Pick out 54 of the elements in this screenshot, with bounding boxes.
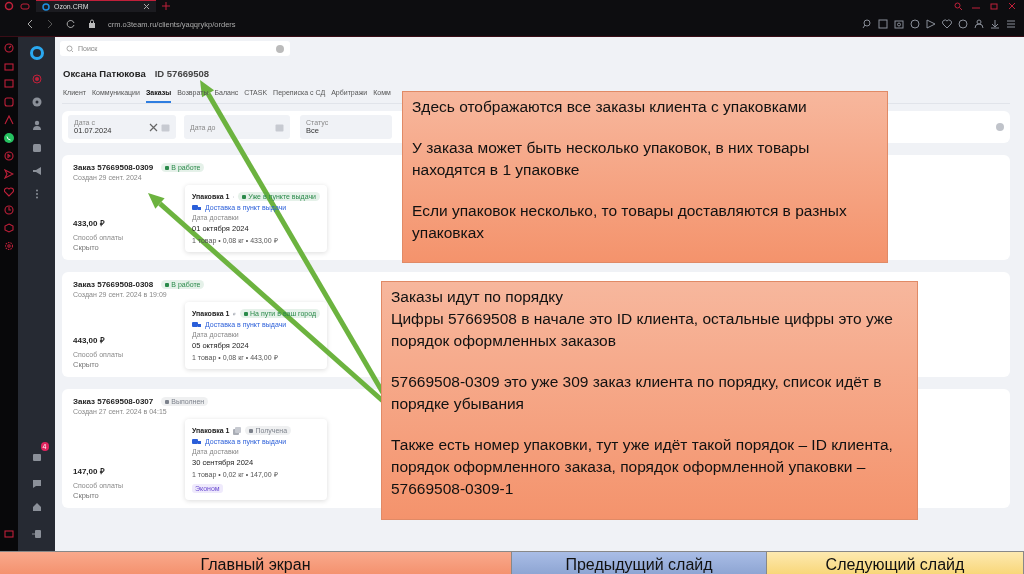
- clock-icon[interactable]: [4, 205, 14, 215]
- heart-icon[interactable]: [942, 19, 952, 29]
- circle-logo-icon: [42, 2, 50, 11]
- settings-icon[interactable]: [4, 241, 14, 251]
- annotation-text: Цифры 57669508 в начале это ID клиента, остальные цифры это уже порядок оформленных заказов: [391, 309, 894, 351]
- back-icon: [26, 19, 34, 29]
- reload-icon: [66, 19, 76, 29]
- client-name: Оксана Патюкова: [63, 68, 146, 79]
- opera-logo-icon: [4, 1, 14, 11]
- annotation-text: Также есть номер упаковки, тут уже идёт такой порядок – ID клиента, порядок оформленного заказа, порядок оформленной упаковки – 57669508-0309-1: [391, 435, 894, 499]
- order-title[interactable]: Заказ 57669508-0307: [73, 397, 154, 406]
- logout-icon[interactable]: [31, 529, 42, 539]
- lock-icon: [88, 19, 96, 29]
- annotation-text: У заказа может быть несколько упаковок, в них товары находятся в 1 упаковке: [412, 138, 811, 180]
- search-icon: [66, 44, 74, 53]
- annotation-text: Заказы идут по порядку: [391, 287, 564, 307]
- home-icon[interactable]: [31, 502, 42, 512]
- send-icon[interactable]: [926, 19, 936, 29]
- annotation-text: Здесь отображаются все заказы клиента с упаковками: [412, 97, 808, 117]
- slide-nav-button[interactable]: Предыдущий слайд: [512, 551, 767, 574]
- forward-icon: [46, 19, 54, 29]
- logo-icon[interactable]: [28, 45, 45, 61]
- record-icon[interactable]: [31, 74, 42, 84]
- speedometer-icon[interactable]: [4, 43, 14, 53]
- slide-nav-button[interactable]: Следующий слайд: [767, 551, 1024, 574]
- truck-icon: [192, 438, 201, 445]
- download-icon[interactable]: [990, 19, 1000, 29]
- megaphone-icon[interactable]: [31, 166, 42, 176]
- phone-icon[interactable]: [4, 133, 14, 143]
- message-icon[interactable]: [31, 479, 42, 489]
- disc-icon[interactable]: [31, 97, 42, 107]
- order-price: 147,00 ₽: [73, 466, 106, 476]
- order-price: 433,00 ₽: [73, 218, 106, 228]
- order-title[interactable]: Заказ 57669508-0309: [73, 163, 154, 172]
- close-icon: [1008, 2, 1016, 10]
- user-icon[interactable]: [974, 19, 984, 29]
- client-id: ID 57669508: [154, 68, 210, 79]
- menu-icon[interactable]: [1006, 19, 1016, 29]
- restore-icon: [990, 2, 998, 10]
- search-icon: [954, 2, 962, 10]
- heart-icon[interactable]: [4, 187, 14, 197]
- order-price: 443,00 ₽: [73, 335, 106, 345]
- order-title[interactable]: Заказ 57669508-0308: [73, 280, 154, 289]
- slide-nav-button[interactable]: Главный экран: [0, 551, 512, 574]
- close-icon: [143, 3, 150, 10]
- user-icon[interactable]: [31, 120, 42, 130]
- send-icon[interactable]: [4, 169, 14, 179]
- annotation-text: Если упаковок несколько, то товары доставляются в разных упаковках: [412, 201, 848, 243]
- zoom-icon[interactable]: [862, 19, 872, 29]
- annotation-text: 57669508-0309 это уже 309 заказ клиента по порядку, список идёт в порядке убывания: [391, 372, 883, 414]
- plus-icon: [162, 2, 170, 10]
- gamepad-icon: [20, 1, 30, 11]
- truck-icon: [192, 321, 201, 328]
- truck-icon: [192, 204, 201, 211]
